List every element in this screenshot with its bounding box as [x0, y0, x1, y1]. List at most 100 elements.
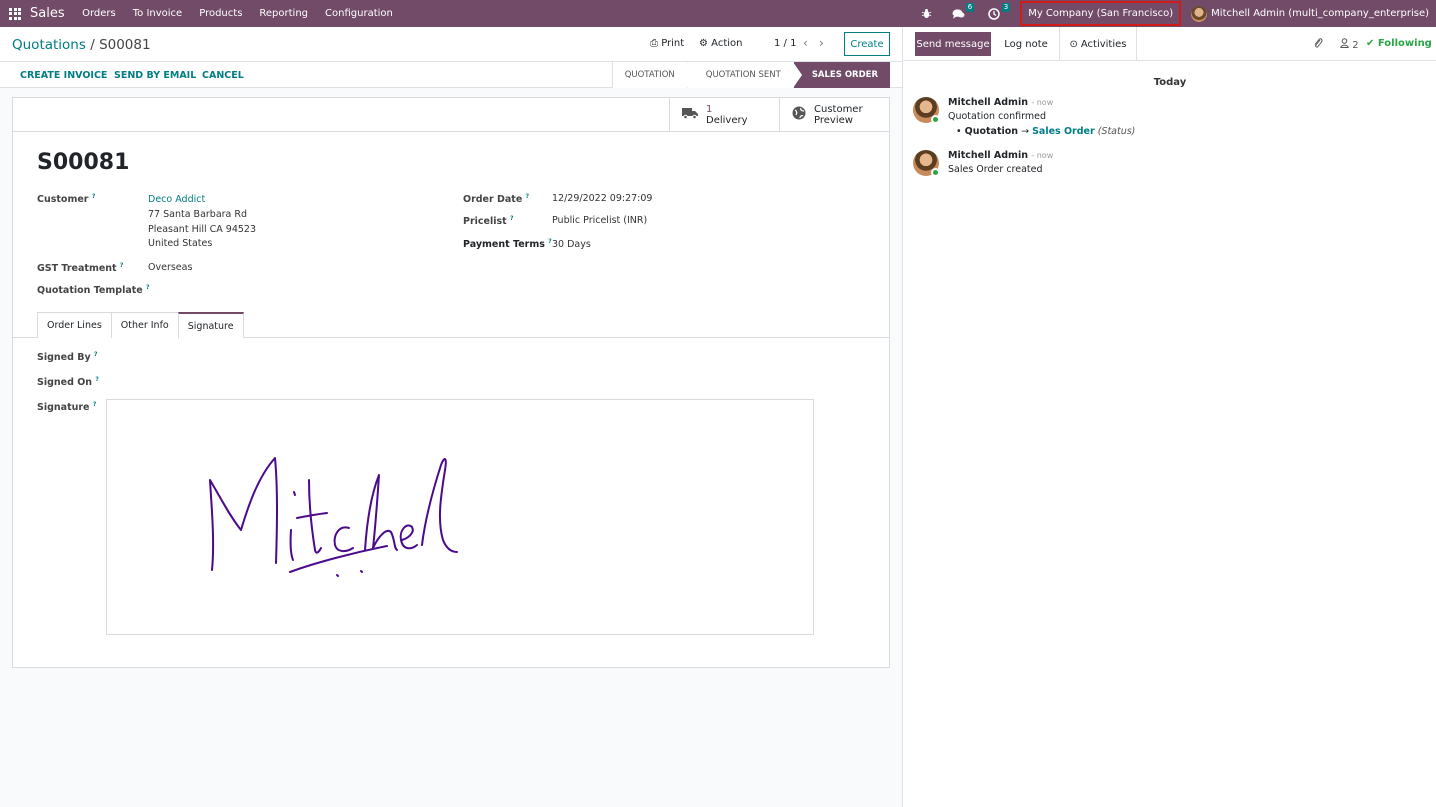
gear-icon: ⚙ [699, 38, 708, 49]
stage-quotation[interactable]: QUOTATION [611, 62, 696, 88]
activities-badge: 3 [1001, 2, 1011, 12]
tooltip-mark[interactable]: ? [146, 284, 149, 291]
tracking-value: • Quotation → Sales Order (Status) [956, 126, 1136, 137]
breadcrumb-separator: / [90, 37, 95, 53]
log-note-button[interactable]: Log note [995, 32, 1057, 56]
tooltip-mark[interactable]: ? [526, 193, 529, 200]
user-icon [1340, 38, 1352, 51]
day-separator: Today [1153, 77, 1187, 88]
order-date-value[interactable]: 12/29/2022 09:27:09 [552, 193, 652, 204]
tooltip-mark[interactable]: ? [93, 401, 96, 408]
signed-by-label: Signed By ? [37, 351, 98, 364]
tooltip-mark[interactable]: ? [95, 376, 98, 383]
arrow-right-icon: → [1021, 126, 1030, 137]
pricelist-label: Pricelist ? [463, 215, 514, 228]
truck-icon [682, 107, 698, 123]
app-menu-icon[interactable] [9, 7, 21, 20]
breadcrumb-current: S00081 [99, 37, 151, 53]
message-time: - now [1031, 151, 1054, 160]
print-button[interactable]: ⎙ Print [650, 38, 684, 49]
send-message-button[interactable]: Send message [915, 32, 991, 56]
menu-configuration[interactable]: Configuration [325, 8, 393, 19]
debug-bug-icon[interactable] [918, 6, 934, 22]
pager-previous-icon[interactable]: ‹ [803, 36, 808, 50]
company-switcher[interactable]: My Company (San Francisco) [1020, 1, 1182, 26]
following-label: Following [1377, 38, 1432, 49]
messages-icon[interactable]: 6 [950, 2, 975, 22]
delivery-smart-button[interactable]: 1 Delivery [669, 98, 779, 132]
gst-treatment-value[interactable]: Overseas [148, 262, 192, 273]
cancel-button[interactable]: CANCEL [202, 70, 244, 81]
pager-value[interactable]: 1 / 1 [774, 38, 796, 49]
globe-icon [792, 106, 806, 124]
followers-count: 2 [1352, 40, 1359, 51]
action-label: Action [711, 38, 743, 49]
menu-products[interactable]: Products [199, 8, 242, 19]
message-body: Sales Order created [948, 164, 1043, 175]
activities-button[interactable]: ⊙ Activities [1059, 27, 1137, 61]
pager-next-icon[interactable]: › [819, 36, 824, 50]
breadcrumb-quotations[interactable]: Quotations [12, 37, 86, 53]
followers-button[interactable]: 2 [1340, 38, 1359, 51]
order-date-label: Order Date ? [463, 193, 530, 206]
action-button[interactable]: ⚙ Action [699, 38, 742, 49]
stage-sales-order-label: SALES ORDER [811, 70, 878, 80]
stage-quotation-label: QUOTATION [624, 70, 675, 80]
delivery-count: 1 [706, 103, 713, 115]
customer-address-line3: United States [148, 238, 213, 249]
gst-treatment-label: GST Treatment ? [37, 262, 124, 275]
customer-address-line2: Pleasant Hill CA 94523 [148, 224, 257, 235]
tab-other-info[interactable]: Other Info [110, 312, 179, 338]
stage-quotation-sent[interactable]: QUOTATION SENT [686, 62, 802, 88]
app-name[interactable]: Sales [30, 6, 65, 21]
breadcrumb: Quotations / S00081 [12, 37, 151, 53]
customer-name[interactable]: Deco Addict [148, 194, 205, 205]
control-panel: Quotations / S00081 ⎙ Print ⚙ Action 1 /… [0, 27, 902, 62]
chatter-topbar: Send message Log note ⊙ Activities 2 ✔ F… [903, 27, 1436, 61]
user-menu[interactable]: Mitchell Admin (multi_company_enterprise… [1191, 5, 1429, 22]
tooltip-mark[interactable]: ? [92, 193, 95, 200]
quotation-template-label: Quotation Template ? [37, 284, 150, 297]
signature-label: Signature ? [37, 401, 97, 414]
paperclip-icon[interactable] [1313, 37, 1323, 52]
customer-preview-line1: Customer [814, 103, 863, 115]
tooltip-mark[interactable]: ? [120, 262, 123, 269]
menu-to-invoice[interactable]: To Invoice [133, 8, 182, 19]
tooltip-mark[interactable]: ? [510, 215, 513, 222]
printer-icon: ⎙ [650, 38, 658, 49]
send-by-email-button[interactable]: SEND BY EMAIL [114, 70, 196, 81]
smart-buttons: 1 Delivery Customer Preview [669, 98, 889, 132]
tab-order-lines[interactable]: Order Lines [37, 312, 112, 338]
signature-image[interactable] [106, 399, 814, 635]
customer-address-line1: 77 Santa Barbara Rd [148, 209, 248, 220]
action-bar: CREATE INVOICE SEND BY EMAIL CANCEL QUOT… [0, 62, 902, 88]
payment-terms-label: Payment Terms ? [463, 238, 552, 251]
create-invoice-button[interactable]: CREATE INVOICE [20, 70, 107, 81]
customer-label: Customer ? [37, 193, 96, 206]
message-time: - now [1031, 98, 1054, 107]
user-avatar [1191, 5, 1208, 22]
tab-signature[interactable]: Signature [177, 312, 244, 338]
chatter-panel: Send message Log note ⊙ Activities 2 ✔ F… [902, 27, 1436, 807]
delivery-label: Delivery [706, 114, 748, 126]
create-button[interactable]: Create [844, 32, 890, 56]
notebook-tabs: Order Lines Other Info Signature [37, 312, 244, 338]
online-status-dot [931, 115, 940, 124]
menu-reporting[interactable]: Reporting [259, 8, 308, 19]
user-name: Mitchell Admin (multi_company_enterprise… [1211, 8, 1429, 19]
signed-on-label: Signed On ? [37, 376, 99, 389]
tooltip-mark[interactable]: ? [94, 351, 97, 358]
top-navbar: Sales Orders To Invoice Products Reporti… [0, 0, 1436, 27]
messages-badge: 6 [965, 2, 975, 12]
record-title: S00081 [37, 150, 130, 175]
following-button[interactable]: ✔ Following [1366, 38, 1432, 49]
menu-orders[interactable]: Orders [82, 8, 116, 19]
pricelist-value[interactable]: Public Pricelist (INR) [552, 215, 647, 226]
activities-label: Activities [1080, 38, 1127, 50]
message-author: Mitchell Admin - now [948, 150, 1054, 161]
payment-terms-value[interactable]: 30 Days [552, 239, 591, 250]
customer-preview-button[interactable]: Customer Preview [779, 98, 889, 132]
customer-preview-line2: Preview [814, 114, 853, 126]
stage-sales-order[interactable]: SALES ORDER [792, 62, 890, 88]
activities-clock-icon[interactable]: 3 [986, 2, 1011, 22]
